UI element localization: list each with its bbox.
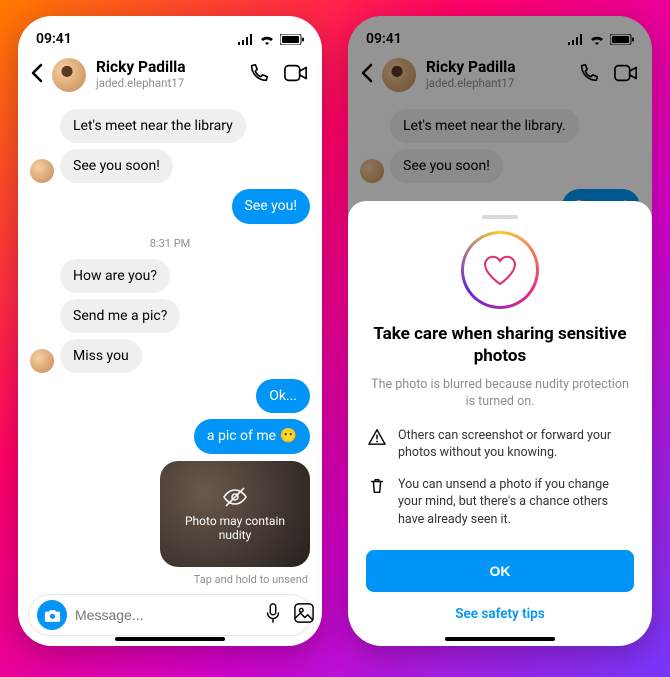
sheet-item-text: You can unsend a photo if you change you… <box>398 476 632 529</box>
avatar[interactable] <box>30 159 54 183</box>
voice-button[interactable] <box>264 603 282 627</box>
sheet-title: Take care when sharing sensitive photos <box>372 323 628 367</box>
phone-left: 09:41 Ricky Padilla jaded.elephant17 Let… <box>18 16 322 646</box>
battery-icon <box>280 34 304 45</box>
camera-button[interactable] <box>37 600 67 630</box>
sheet-grabber[interactable] <box>482 215 518 219</box>
chevron-left-icon <box>30 63 44 83</box>
message-out[interactable]: See you! <box>232 189 310 223</box>
video-call-button[interactable] <box>284 62 308 88</box>
avatar[interactable] <box>30 349 54 373</box>
wifi-icon <box>259 34 275 45</box>
gallery-button[interactable] <box>294 603 314 627</box>
warning-icon <box>368 428 386 446</box>
blurred-photo[interactable]: Photo may contain nudity <box>160 461 310 568</box>
image-icon <box>294 603 314 623</box>
status-bar: 09:41 <box>18 16 322 54</box>
message-out[interactable]: a pic of me 😶 <box>194 419 310 453</box>
message-in[interactable]: Miss you <box>60 339 142 373</box>
mic-icon <box>264 603 282 623</box>
message-in[interactable]: How are you? <box>60 259 170 293</box>
message-input[interactable] <box>75 607 256 623</box>
heart-ring-icon <box>461 231 539 309</box>
composer <box>28 594 312 636</box>
sheet-subtitle: The photo is blurred because nudity prot… <box>370 376 630 411</box>
status-time: 09:41 <box>36 31 72 47</box>
message-in[interactable]: Send me a pic? <box>60 299 180 333</box>
camera-icon <box>44 608 61 623</box>
home-indicator[interactable] <box>115 637 225 641</box>
message-in[interactable]: See you soon! <box>60 149 173 183</box>
avatar[interactable] <box>52 58 86 92</box>
phone-icon <box>248 62 270 84</box>
unsend-hint: Tap and hold to unsend <box>30 573 308 586</box>
call-button[interactable] <box>248 62 270 88</box>
header-text[interactable]: Ricky Padilla jaded.elephant17 <box>90 59 244 90</box>
blur-label: Photo may contain nudity <box>160 514 310 542</box>
cellular-icon <box>237 34 254 45</box>
messages[interactable]: Let's meet near the library See you soon… <box>18 100 322 594</box>
ok-button[interactable]: OK <box>366 550 634 592</box>
sheet-item: Others can screenshot or forward your ph… <box>368 427 632 462</box>
contact-name: Ricky Padilla <box>96 59 244 77</box>
back-button[interactable] <box>26 59 48 91</box>
video-icon <box>284 62 308 84</box>
phone-right: 09:41 Ricky Padilla jaded.elephant17 Let… <box>348 16 652 646</box>
sheet-item-text: Others can screenshot or forward your ph… <box>398 427 632 462</box>
chat-header: Ricky Padilla jaded.elephant17 <box>18 54 322 100</box>
heart-icon <box>482 254 518 286</box>
home-indicator[interactable] <box>445 637 555 641</box>
timestamp: 8:31 PM <box>30 237 310 250</box>
message-in[interactable]: Let's meet near the library <box>60 109 246 143</box>
trash-icon <box>368 477 386 495</box>
bottom-sheet: Take care when sharing sensitive photos … <box>348 201 652 646</box>
status-indicators <box>237 34 304 45</box>
message-out[interactable]: Ok... <box>256 379 310 413</box>
sheet-item: You can unsend a photo if you change you… <box>368 476 632 529</box>
eye-off-icon <box>222 486 248 508</box>
safety-tips-link[interactable]: See safety tips <box>366 594 634 624</box>
contact-handle: jaded.elephant17 <box>96 77 244 90</box>
